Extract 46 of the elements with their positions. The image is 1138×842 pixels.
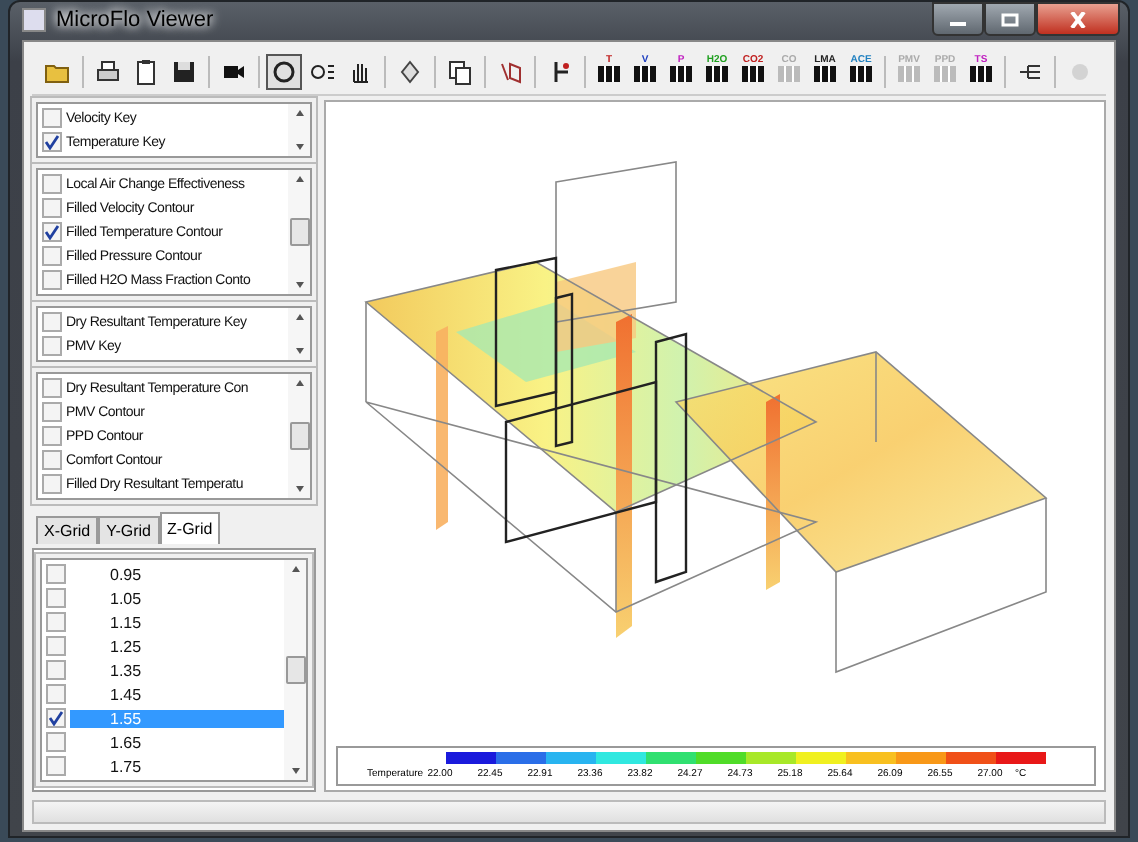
list-item[interactable]: 0.95 xyxy=(70,565,284,583)
checkbox[interactable] xyxy=(42,270,62,290)
scrollbar[interactable] xyxy=(288,170,310,294)
close-icon xyxy=(1068,11,1088,27)
checkbox[interactable] xyxy=(46,588,66,608)
checkbox[interactable] xyxy=(46,684,66,704)
close-button[interactable] xyxy=(1036,2,1120,36)
checkbox[interactable] xyxy=(42,198,62,218)
checkbox[interactable] xyxy=(42,450,62,470)
list-item[interactable]: 1.65 xyxy=(70,733,284,751)
minimize-button[interactable] xyxy=(932,2,984,36)
checkbox[interactable] xyxy=(42,108,62,128)
app-icon xyxy=(22,7,46,31)
checkbox[interactable] xyxy=(42,402,62,422)
list-item[interactable]: 1.25 xyxy=(70,637,284,655)
checkbox[interactable] xyxy=(42,132,62,152)
checkbox[interactable] xyxy=(42,246,62,266)
scrollbar[interactable] xyxy=(284,560,306,780)
scrollbar[interactable] xyxy=(288,104,310,156)
checkbox[interactable] xyxy=(46,612,66,632)
checkbox[interactable] xyxy=(46,756,66,776)
scrollbar[interactable] xyxy=(288,374,310,498)
scrollbar[interactable] xyxy=(288,308,310,360)
tab[interactable]: Y-Grid xyxy=(98,516,160,544)
list-item[interactable]: 1.45 xyxy=(70,685,284,703)
checkbox[interactable] xyxy=(42,378,62,398)
maximize-icon xyxy=(1000,11,1020,27)
checkbox[interactable] xyxy=(42,312,62,332)
checkbox[interactable] xyxy=(46,636,66,656)
checkbox[interactable] xyxy=(42,474,62,494)
list-item[interactable]: 1.75 xyxy=(70,757,284,775)
tab[interactable]: Z-Grid xyxy=(159,512,221,544)
checkbox[interactable] xyxy=(46,732,66,752)
list-item[interactable]: 1.35 xyxy=(70,661,284,679)
checkbox[interactable] xyxy=(46,708,66,728)
checkbox[interactable] xyxy=(46,564,66,584)
checkbox[interactable] xyxy=(42,426,62,446)
checkbox[interactable] xyxy=(42,222,62,242)
window-title: MicroFlo Viewer xyxy=(56,7,216,31)
list-item[interactable]: 1.05 xyxy=(70,589,284,607)
list-item[interactable]: 1.15 xyxy=(70,613,284,631)
maximize-button[interactable] xyxy=(984,2,1036,36)
checkbox[interactable] xyxy=(42,336,62,356)
checkbox[interactable] xyxy=(42,174,62,194)
tab[interactable]: X-Grid xyxy=(36,516,99,544)
checkbox[interactable] xyxy=(46,660,66,680)
